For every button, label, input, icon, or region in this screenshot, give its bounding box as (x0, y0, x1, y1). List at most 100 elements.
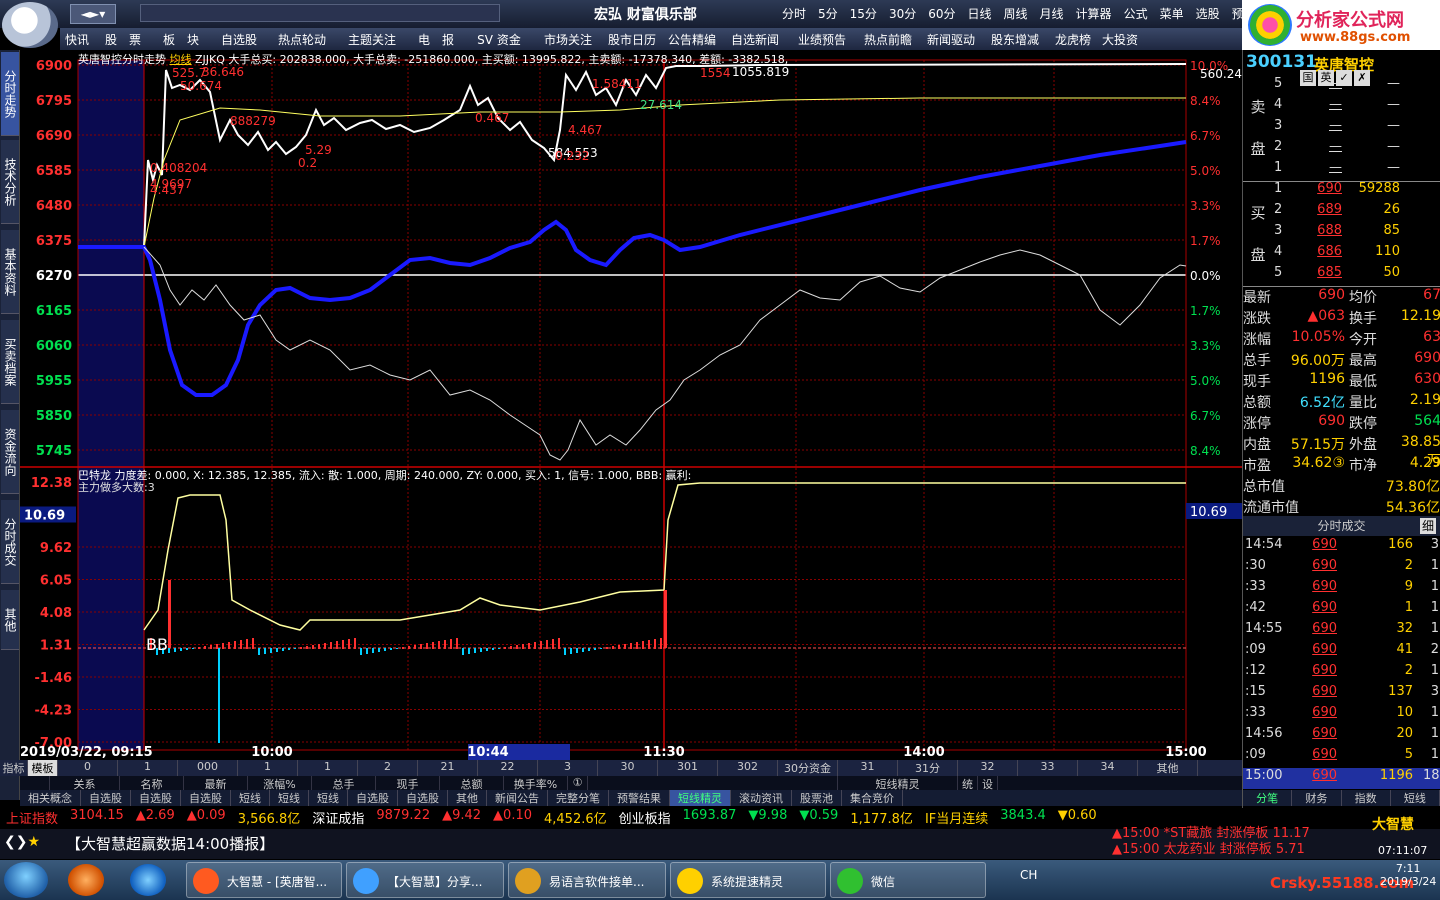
top-menu-item[interactable]: 月线 (1034, 5, 1070, 22)
menu-item[interactable]: 热点轮动 (268, 28, 336, 50)
menu-item[interactable]: 主题关注 (336, 28, 408, 50)
tick-header[interactable]: 分时成交 细 (1243, 516, 1440, 536)
menu-item[interactable]: 板 块 (152, 28, 210, 50)
app-logo-icon[interactable] (2, 2, 58, 48)
news-nav-icon[interactable]: ❮❯★ (4, 834, 40, 850)
menu-item[interactable]: 快讯 (60, 28, 94, 50)
menu-item[interactable]: 自选新闻 (722, 28, 788, 50)
buy-row[interactable]: 2 689 26 (1270, 202, 1438, 223)
top-menu-item[interactable]: 分时 (776, 5, 812, 22)
menu-item[interactable]: 股东增减 (982, 28, 1048, 50)
index-item[interactable]: 上证指数 (0, 808, 64, 828)
buy-row[interactable]: 5 685 50 (1270, 265, 1438, 286)
indicator-tab[interactable]: 32 (958, 760, 1018, 776)
news-alert-2[interactable]: ▲15:00 太龙药业 封涨停板 5.71 (1112, 842, 1370, 858)
taskbar-item[interactable]: 易语言软件接单... (508, 862, 666, 898)
buy-row[interactable]: 3 688 85 (1270, 223, 1438, 244)
top-menu-item[interactable]: 60分 (922, 5, 961, 22)
index-item[interactable]: 创业板指 (613, 808, 677, 828)
top-menu-item[interactable]: 公式 (1118, 5, 1154, 22)
menu-item[interactable]: 业绩预告 (788, 28, 856, 50)
indicator-tab[interactable]: 其他 (1138, 760, 1198, 776)
indicator-tab[interactable]: 31分 (898, 760, 958, 776)
index-item[interactable]: ▼9.98 (742, 808, 793, 828)
top-menu-item[interactable]: 计算器 (1070, 5, 1118, 22)
indicator-tab[interactable]: 31 (838, 760, 898, 776)
right-tab[interactable]: 分笔 (1243, 790, 1293, 806)
tray-clock[interactable]: 7:11 2019/3/24 (1380, 862, 1436, 888)
indicator-tab[interactable]: 1 (118, 760, 178, 776)
avg-line-label[interactable]: 均线 (170, 53, 192, 66)
tick-row[interactable]: 14:56 690 20 1 (1243, 726, 1440, 747)
top-menu-item[interactable]: 选股 (1190, 5, 1226, 22)
tick-detail-tab[interactable]: 细 (1419, 518, 1436, 534)
right-tab[interactable]: 指数 (1342, 790, 1391, 806)
index-item[interactable]: 9879.22 (370, 808, 436, 828)
indicator-tab[interactable]: 000 (178, 760, 238, 776)
buy-row[interactable]: 1 690 59288 (1270, 181, 1438, 202)
index-item[interactable]: ▼0.60 (1052, 808, 1103, 828)
tick-row[interactable]: :30 690 2 1 (1243, 558, 1440, 579)
index-item[interactable]: ▲0.10 (487, 808, 538, 828)
index-item[interactable]: ▼0.59 (793, 808, 844, 828)
indicator-tab[interactable]: 3 (538, 760, 598, 776)
system-tray[interactable]: CH (1020, 868, 1037, 882)
right-tab[interactable]: 财务 (1292, 790, 1342, 806)
index-item[interactable]: 3843.4 (994, 808, 1052, 828)
menu-item[interactable]: 新闻驱动 (920, 28, 982, 50)
menu-item[interactable]: SV 资金 (464, 28, 534, 50)
left-tab[interactable]: 买卖档案 (1, 320, 19, 404)
sub-tab[interactable]: 预警结果 (609, 790, 670, 806)
indicator-tab[interactable]: 301 (658, 760, 718, 776)
sub-tab[interactable]: 自选股 (398, 790, 448, 806)
indicator-tab[interactable]: 30分资金 (778, 760, 838, 776)
sub-tab[interactable]: 短线 (309, 790, 348, 806)
news-ticker[interactable]: 【大智慧超赢数据14:00播报】 (66, 833, 274, 854)
nav-arrows-button[interactable]: ◄►▾ (70, 4, 116, 24)
taskbar-item[interactable]: 微信 (830, 862, 986, 898)
sell-row[interactable]: 3 — — (1270, 118, 1438, 139)
tick-row[interactable]: :15 690 137 3 (1243, 684, 1440, 705)
sub-tab[interactable]: 自选股 (348, 790, 398, 806)
index-item[interactable]: ▲2.69 (130, 808, 181, 828)
tick-row[interactable]: :09 690 41 2 (1243, 642, 1440, 663)
menu-item[interactable]: 市场关注 (534, 28, 602, 50)
indicator-tab[interactable]: 2 (358, 760, 418, 776)
sell-row[interactable]: 4 — — (1270, 97, 1438, 118)
sub-tab[interactable]: 短线 (270, 790, 309, 806)
left-tab[interactable]: 分时成交 (1, 500, 19, 584)
indicator-tab[interactable]: 302 (718, 760, 778, 776)
menu-item[interactable]: 电 报 (408, 28, 464, 50)
top-menu-item[interactable]: 30分 (883, 5, 922, 22)
index-item[interactable]: IF当月连续 (919, 808, 994, 828)
indicator-tab[interactable]: 指标 (0, 760, 28, 776)
menu-item[interactable]: 公告精编 (662, 28, 722, 50)
sub-tab[interactable]: 短线精灵 (670, 790, 731, 806)
sell-row[interactable]: 2 — — (1270, 139, 1438, 160)
menu-item[interactable]: 股市日历 (602, 28, 662, 50)
sub-tab[interactable]: 集合竞价 (842, 790, 903, 806)
menu-item[interactable]: 自选股 (210, 28, 268, 50)
indicator-tab[interactable]: 22 (478, 760, 538, 776)
sub-tab[interactable]: 短线 (231, 790, 270, 806)
right-tab[interactable]: 短线 (1391, 790, 1440, 806)
top-menu-item[interactable]: 周线 (998, 5, 1034, 22)
left-tab[interactable]: 分时走势 (1, 52, 19, 136)
taskbar-item[interactable]: 【大智慧】分享... (346, 862, 504, 898)
top-menu-item[interactable]: 5分 (812, 5, 844, 22)
tick-row[interactable]: :33 690 9 1 (1243, 579, 1440, 600)
menu-item[interactable]: 股 票 (94, 28, 152, 50)
menu-item[interactable]: 龙虎榜 (1048, 28, 1098, 50)
tick-row[interactable]: :42 690 1 1 (1243, 600, 1440, 621)
menu-item[interactable]: 热点前瞻 (856, 28, 920, 50)
sub-tab[interactable]: 自选股 (181, 790, 231, 806)
sub-tab[interactable]: 相关概念 (20, 790, 81, 806)
sell-row[interactable]: 5 — — (1270, 76, 1438, 97)
ie-icon[interactable] (130, 864, 166, 896)
taskbar-item[interactable]: 系统提速精灵 (670, 862, 826, 898)
sub-tab[interactable]: 股票池 (792, 790, 842, 806)
indicator-tab[interactable]: 1 (238, 760, 298, 776)
tick-row[interactable]: :12 690 2 1 (1243, 663, 1440, 684)
sub-tab[interactable]: 新闻公告 (487, 790, 548, 806)
tick-row[interactable]: 14:54 690 166 3 (1243, 537, 1440, 558)
